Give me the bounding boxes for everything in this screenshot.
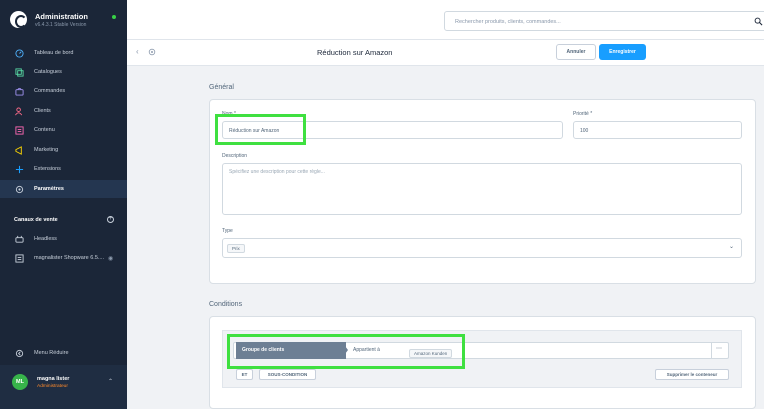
sidebar-item-catalogues[interactable]: Catalogues bbox=[0, 63, 127, 81]
priority-field[interactable] bbox=[573, 121, 742, 139]
sidebar-item-orders[interactable]: Commandes bbox=[0, 82, 127, 100]
global-search bbox=[444, 11, 764, 31]
sidebar-item-label: Clients bbox=[34, 108, 51, 114]
sidebar-item-label: Catalogues bbox=[34, 69, 62, 75]
page-title: Réduction sur Amazon bbox=[317, 48, 393, 57]
description-textarea[interactable] bbox=[229, 169, 729, 207]
content-icon bbox=[15, 125, 24, 135]
description-label: Description bbox=[222, 153, 248, 159]
sidebar-item-label: Contenu bbox=[34, 127, 55, 133]
type-select[interactable]: Prix ⌄ bbox=[222, 238, 742, 258]
sidebar-item-marketing[interactable]: Marketing bbox=[0, 141, 127, 159]
sidebar-header: Administration v6.4.3.1 Stable Version bbox=[0, 0, 127, 40]
and-button[interactable]: ET bbox=[236, 369, 253, 380]
shopware-logo-icon[interactable] bbox=[10, 11, 27, 28]
collapse-icon bbox=[15, 349, 24, 358]
condition-divider bbox=[711, 342, 712, 359]
description-field[interactable] bbox=[222, 163, 742, 215]
sidebar-item-label: Marketing bbox=[34, 147, 59, 153]
highlight-name-box bbox=[215, 114, 306, 145]
priority-input[interactable] bbox=[580, 127, 730, 135]
customers-icon bbox=[15, 106, 24, 116]
chevron-down-icon[interactable]: ⌄ bbox=[729, 243, 734, 250]
type-tag[interactable]: Prix bbox=[227, 244, 245, 253]
save-button[interactable]: Enregistrer bbox=[599, 44, 646, 60]
sidebar-item-customers[interactable]: Clients bbox=[0, 102, 127, 120]
sidebar: Administration v6.4.3.1 Stable Version T… bbox=[0, 0, 127, 409]
dashboard-icon bbox=[15, 48, 24, 58]
sidebar-item-dashboard[interactable]: Tableau de bord bbox=[0, 44, 127, 62]
sidebar-item-extensions[interactable]: Extensions bbox=[0, 160, 127, 178]
headless-icon bbox=[15, 235, 24, 244]
eye-icon[interactable]: ◉ bbox=[108, 255, 113, 262]
priority-label: Priorité * bbox=[573, 111, 593, 117]
top-bar bbox=[127, 0, 764, 40]
collapse-menu-label: Menu Réduire bbox=[34, 350, 69, 356]
conditions-section-title: Conditions bbox=[209, 301, 243, 308]
status-dot-icon bbox=[112, 15, 116, 19]
more-options-icon[interactable]: ⋯ bbox=[716, 345, 722, 352]
sidebar-item-label: Paramètres bbox=[34, 186, 64, 192]
orders-icon bbox=[15, 87, 24, 96]
sales-channels-title: Canaux de vente bbox=[14, 217, 58, 223]
sidebar-item-content[interactable]: Contenu bbox=[0, 121, 127, 139]
user-role: Administrateur bbox=[37, 384, 68, 389]
chevron-up-icon[interactable]: ⌃ bbox=[108, 378, 113, 385]
sidebar-channel-headless[interactable]: Headless bbox=[0, 230, 127, 248]
sidebar-item-label: Tableau de bord bbox=[34, 50, 74, 56]
sidebar-item-label: Extensions bbox=[34, 166, 61, 172]
highlight-condition-box bbox=[227, 334, 465, 369]
subcondition-button[interactable]: SOUS-CONDITION bbox=[259, 369, 316, 380]
general-section-title: Général bbox=[209, 84, 234, 91]
page-header: ‹ Réduction sur Amazon Annuler Enregistr… bbox=[127, 40, 764, 66]
search-icon[interactable] bbox=[754, 17, 763, 26]
delete-container-button[interactable]: Supprimer le conteneur bbox=[655, 369, 729, 380]
sidebar-channel-label: magnalister Shopware 6.5.... bbox=[34, 255, 105, 261]
gear-icon bbox=[148, 48, 156, 56]
catalogue-icon bbox=[15, 67, 24, 77]
avatar[interactable]: ML bbox=[12, 374, 28, 390]
sidebar-channel-label: Headless bbox=[34, 236, 57, 242]
cancel-button[interactable]: Annuler bbox=[556, 44, 596, 60]
storefront-icon bbox=[15, 253, 24, 263]
sidebar-version: v6.4.3.1 Stable Version bbox=[35, 22, 87, 28]
search-input[interactable] bbox=[455, 16, 745, 27]
type-label: Type bbox=[222, 228, 233, 234]
user-name: magna lister bbox=[37, 376, 70, 382]
extensions-icon bbox=[15, 165, 24, 174]
chevron-left-icon[interactable]: ‹ bbox=[136, 47, 139, 56]
marketing-icon bbox=[15, 145, 24, 155]
settings-icon bbox=[15, 185, 24, 194]
sidebar-item-label: Commandes bbox=[34, 88, 66, 94]
add-sales-channel-icon[interactable]: + bbox=[107, 216, 114, 223]
collapse-menu-button[interactable]: Menu Réduire bbox=[0, 344, 127, 362]
sidebar-item-settings[interactable]: Paramètres bbox=[0, 180, 127, 198]
sidebar-title: Administration bbox=[35, 12, 88, 21]
